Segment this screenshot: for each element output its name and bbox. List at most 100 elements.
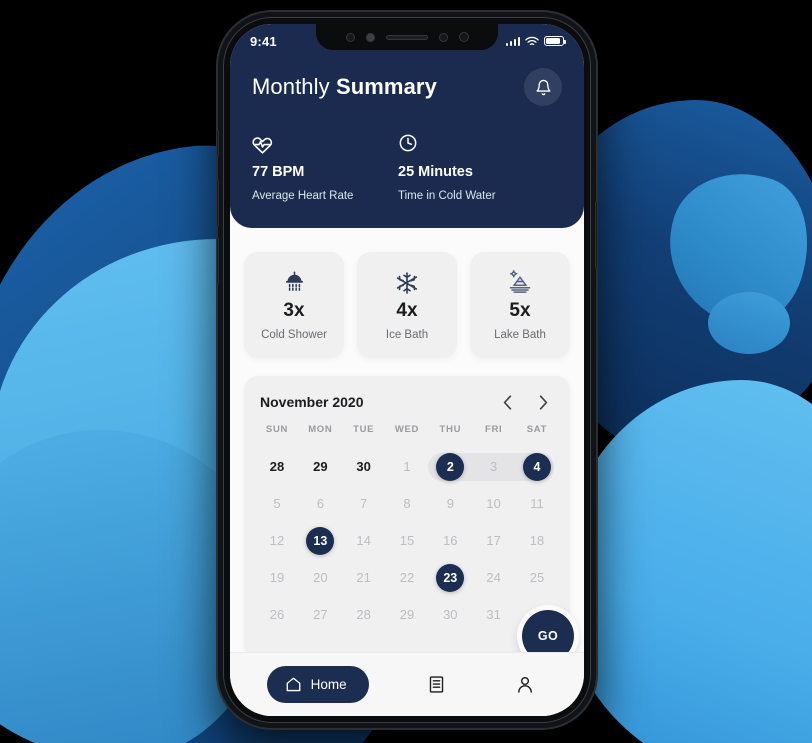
- front-camera-icon: [458, 32, 469, 42]
- calendar-day[interactable]: 31: [477, 601, 511, 629]
- stat-icon-wrap: [398, 132, 544, 154]
- activity-label: Cold Shower: [261, 329, 327, 341]
- calendar-day[interactable]: 9: [433, 490, 467, 518]
- nav-item-profile[interactable]: [503, 665, 547, 705]
- phone-mute-switch[interactable]: [216, 130, 219, 156]
- stat-heart-rate: 77 BPM Average Heart Rate: [252, 132, 398, 202]
- calendar-weeks: 28 29 30 1 2 3 4 5 6 7 8 9 10 11 12 13 14 15 16 17 18 19 20 21 2…: [260, 448, 554, 633]
- calendar-day-selected: 23: [436, 563, 465, 592]
- calendar-prev-button[interactable]: [500, 394, 514, 410]
- notification-button[interactable]: [524, 68, 562, 106]
- calendar-day[interactable]: 2: [433, 452, 467, 481]
- calendar-day[interactable]: 19: [260, 564, 294, 592]
- screenshot-canvas: Monthly Summary 77 BPM Average Heart Rat…: [0, 0, 812, 743]
- calendar-day[interactable]: 8: [390, 490, 424, 518]
- calendar-day[interactable]: 29: [303, 453, 337, 481]
- calendar-day-selected: 13: [306, 526, 335, 555]
- page-title-bold: Summary: [335, 74, 437, 99]
- calendar-day[interactable]: 30: [347, 453, 381, 481]
- stat-label: Average Heart Rate: [252, 190, 354, 202]
- stat-value: 25 Minutes: [398, 164, 473, 180]
- calendar-day[interactable]: 17: [477, 527, 511, 555]
- calendar-week-row: 26 27 28 29 30 31: [260, 596, 554, 633]
- calendar-day[interactable]: 28: [347, 601, 381, 629]
- calendar-day[interactable]: 6: [303, 490, 337, 518]
- calendar-weekday: SAT: [526, 424, 548, 435]
- calendar-day[interactable]: 11: [520, 490, 554, 518]
- activity-label: Lake Bath: [494, 329, 546, 341]
- calendar-day[interactable]: 1: [390, 453, 424, 481]
- calendar-day[interactable]: 30: [433, 601, 467, 629]
- activity-card-cold-shower[interactable]: 3x Cold Shower: [244, 252, 344, 358]
- chevron-left-icon: [503, 394, 511, 410]
- phone-screen: Monthly Summary 77 BPM Average Heart Rat…: [230, 24, 584, 716]
- calendar-weekday-row: SUN MON TUE WED THU FRI SAT: [260, 424, 554, 435]
- calendar-day[interactable]: 4: [520, 452, 554, 481]
- calendar-day[interactable]: 16: [433, 527, 467, 555]
- calendar-header: November 2020: [260, 394, 554, 410]
- header-top-row: Monthly Summary: [252, 68, 562, 106]
- nav-item-home[interactable]: Home: [266, 666, 369, 703]
- calendar-day[interactable]: 21: [347, 564, 381, 592]
- calendar-weekday: TUE: [353, 424, 375, 435]
- calendar-day[interactable]: 25: [520, 564, 554, 592]
- calendar-card: November 2020 SUN MON TUE WED THU FRI SA…: [244, 376, 574, 662]
- stat-value: 77 BPM: [252, 164, 305, 180]
- heart-rate-icon: [252, 136, 273, 154]
- header-stats-row: 77 BPM Average Heart Rate 25 Minutes Tim…: [252, 132, 562, 202]
- phone-mockup: Monthly Summary 77 BPM Average Heart Rat…: [216, 12, 598, 728]
- calendar-day[interactable]: 24: [477, 564, 511, 592]
- activity-cards-row: 3x Cold Shower 4x Ice Bath 5x Lake Bath: [244, 252, 570, 358]
- snowflake-icon: [396, 272, 418, 294]
- dot-projector-icon: [438, 32, 448, 42]
- calendar-week-row: 28 29 30 1 2 3 4: [260, 448, 554, 485]
- nav-item-list[interactable]: [414, 665, 458, 705]
- activity-count: 4x: [396, 300, 418, 321]
- activity-card-ice-bath[interactable]: 4x Ice Bath: [357, 252, 457, 358]
- calendar-day-selected: 4: [522, 452, 551, 481]
- ir-sensor-icon: [345, 32, 355, 42]
- calendar-day[interactable]: 12: [260, 527, 294, 555]
- phone-volume-up-button[interactable]: [216, 180, 219, 226]
- activity-label: Ice Bath: [385, 329, 429, 341]
- profile-icon: [518, 676, 533, 693]
- calendar-day[interactable]: 27: [303, 601, 337, 629]
- calendar-day[interactable]: 23: [433, 563, 467, 592]
- calendar-day[interactable]: 5: [260, 490, 294, 518]
- calendar-week-row: 19 20 21 22 23 24 25: [260, 559, 554, 596]
- calendar-day[interactable]: 28: [260, 453, 294, 481]
- activity-count: 5x: [509, 300, 531, 321]
- calendar-day[interactable]: 13: [303, 526, 337, 555]
- home-icon: [286, 677, 301, 692]
- activity-icon-wrap: [507, 269, 533, 295]
- activity-icon-wrap: [395, 269, 419, 295]
- shower-icon: [285, 271, 303, 291]
- calendar-day[interactable]: 15: [390, 527, 424, 555]
- battery-icon: [544, 36, 566, 46]
- stat-time-in-cold-water: 25 Minutes Time in Cold Water: [398, 132, 544, 202]
- calendar-day[interactable]: 20: [303, 564, 337, 592]
- phone-volume-down-button[interactable]: [216, 238, 219, 284]
- phone-notch: [316, 24, 498, 50]
- calendar-day-selected: 2: [436, 452, 465, 481]
- battery-fill: [546, 38, 560, 44]
- calendar-next-button[interactable]: [536, 394, 550, 410]
- calendar-weekday: SUN: [265, 424, 289, 435]
- activity-icon-wrap: [282, 269, 307, 295]
- activity-card-lake-bath[interactable]: 5x Lake Bath: [470, 252, 570, 358]
- calendar-day[interactable]: 10: [477, 490, 511, 518]
- calendar-day[interactable]: 3: [477, 453, 511, 481]
- status-icons: [505, 36, 566, 47]
- bottom-navigation: Home: [230, 652, 584, 716]
- stat-label: Time in Cold Water: [398, 190, 496, 202]
- summary-header: Monthly Summary 77 BPM Average Heart Rat…: [230, 24, 584, 228]
- calendar-day[interactable]: 29: [390, 601, 424, 629]
- calendar-day[interactable]: 22: [390, 564, 424, 592]
- phone-power-button[interactable]: [595, 202, 598, 268]
- wifi-icon: [525, 36, 539, 45]
- calendar-day[interactable]: 14: [347, 527, 381, 555]
- calendar-day[interactable]: 18: [520, 527, 554, 555]
- calendar-day[interactable]: 26: [260, 601, 294, 629]
- calendar-day[interactable]: 7: [347, 490, 381, 518]
- list-icon: [429, 676, 443, 693]
